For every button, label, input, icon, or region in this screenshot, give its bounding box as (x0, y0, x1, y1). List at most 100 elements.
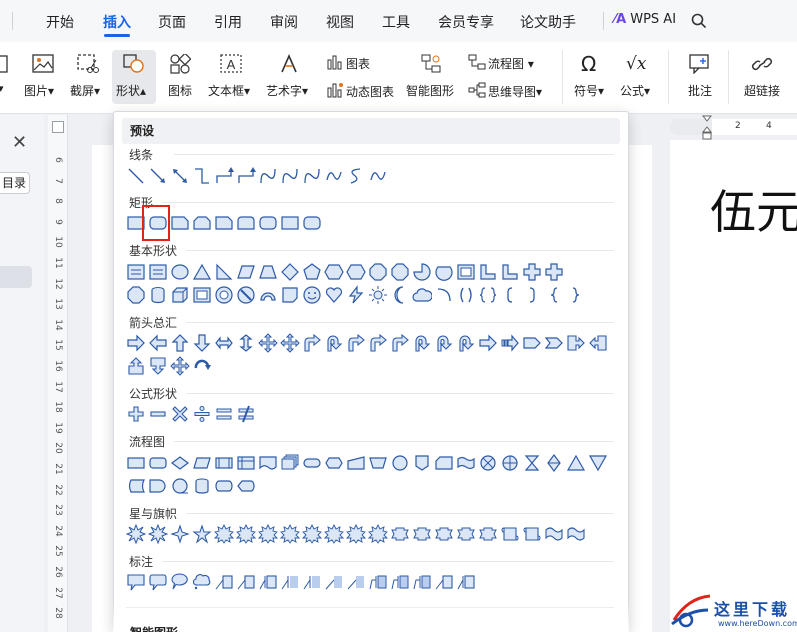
shape-basic-lshape[interactable] (500, 262, 520, 282)
tab-member[interactable]: 会员专享 (438, 12, 494, 32)
shape-callout-call-accent[interactable] (302, 572, 322, 592)
shape-basic-octagon[interactable] (368, 262, 388, 282)
wordart-button[interactable]: 艺术字▾ (264, 54, 314, 102)
shape-arrow-bent[interactable] (390, 333, 410, 353)
tab-stop-selector[interactable] (52, 121, 64, 133)
shape-basic-sun[interactable] (368, 285, 388, 305)
shape-line-arrowline[interactable] (148, 166, 168, 186)
shape-arrow-striped[interactable] (500, 333, 520, 353)
close-icon[interactable]: ✕ (12, 132, 27, 153)
nav-selected-item[interactable] (0, 266, 32, 288)
shape-arrow-uturn[interactable] (412, 333, 432, 353)
shape-rect-roundtop[interactable] (236, 213, 256, 233)
shape-callout-call-r-r[interactable] (148, 572, 168, 592)
shape-basic-donut[interactable] (214, 285, 234, 305)
shape-basic-cloud[interactable] (412, 285, 432, 305)
shape-basic-arcline[interactable] (434, 285, 454, 305)
chart-button[interactable]: 图表 (322, 52, 402, 74)
tab-review[interactable]: 审阅 (270, 12, 298, 32)
shape-basic-triangle[interactable] (192, 262, 212, 282)
shape-arrow-quad[interactable] (170, 356, 190, 376)
shape-arrow-arrow-u-d[interactable] (236, 333, 256, 353)
shape-star-ribbon[interactable] (412, 524, 432, 544)
shape-callout-call-oval[interactable] (170, 572, 190, 592)
shape-arrow-call-r[interactable] (566, 333, 586, 353)
shape-star-burst[interactable] (126, 524, 146, 544)
shape-arrow-call-d[interactable] (148, 356, 168, 376)
shape-basic-trapezoid[interactable] (258, 262, 278, 282)
shape-flow-fc-offpage[interactable] (412, 453, 432, 473)
shape-flow-fc-data[interactable] (192, 453, 212, 473)
shape-arrow-bent[interactable] (346, 333, 366, 353)
shape-basic-rtri[interactable] (214, 262, 234, 282)
shape-star-star[interactable] (192, 524, 212, 544)
shape-basic-paren[interactable] (456, 285, 476, 305)
shape-star-star-num[interactable] (280, 524, 300, 544)
shape-basic-brace2[interactable] (478, 285, 498, 305)
shape-rect-snip[interactable] (170, 213, 190, 233)
shape-formula-mult-sign[interactable] (170, 404, 190, 424)
shape-flow-fc-stored[interactable] (126, 476, 146, 496)
shape-basic-lbracket[interactable] (500, 285, 520, 305)
shape-line-dblarrow[interactable] (170, 166, 190, 186)
shape-flow-fc-doc[interactable] (258, 453, 278, 473)
shape-flow-fc-multi[interactable] (280, 453, 300, 473)
shape-basic-diamond[interactable] (280, 262, 300, 282)
shape-flow-fc-direct[interactable] (214, 476, 234, 496)
shape-rect-snip2[interactable] (192, 213, 212, 233)
shape-basic-plus[interactable] (522, 262, 542, 282)
shape-star-burst[interactable] (148, 524, 168, 544)
textbox-button[interactable]: A 文本框▾ (206, 54, 256, 102)
shape-flow-fc-tape[interactable] (456, 453, 476, 473)
shape-arrow-arrow-d[interactable] (192, 333, 212, 353)
shape-basic-fold[interactable] (280, 285, 300, 305)
shape-arrow-quad[interactable] (258, 333, 278, 353)
shape-star-star-num[interactable] (258, 524, 278, 544)
shape-flow-fc-predef[interactable] (214, 453, 234, 473)
shape-arrow-arrow-r[interactable] (478, 333, 498, 353)
shape-line-scribble[interactable] (324, 166, 344, 186)
icon-button[interactable]: 图标 (164, 52, 196, 102)
shape-basic-chord[interactable] (434, 262, 454, 282)
shape-formula-minus-sign[interactable] (148, 404, 168, 424)
shape-star-ribbon[interactable] (456, 524, 476, 544)
shape-basic-parallel[interactable] (236, 262, 256, 282)
shape-star-scroll[interactable] (522, 524, 542, 544)
tab-thesis-assistant[interactable]: 论文助手 (520, 12, 576, 32)
tab-insert[interactable]: 插入 (103, 12, 131, 32)
shape-arrow-quad[interactable] (280, 333, 300, 353)
shape-star-ribbon[interactable] (434, 524, 454, 544)
shape-flow-fc-display[interactable] (236, 476, 256, 496)
shape-line-curve[interactable] (280, 166, 300, 186)
shape-flow-fc-card[interactable] (434, 453, 454, 473)
shape-line-freeform[interactable] (346, 166, 366, 186)
shape-star-star-num[interactable] (346, 524, 366, 544)
shape-flow-fc-or[interactable] (500, 453, 520, 473)
shape-callout-call-no-border[interactable] (346, 572, 366, 592)
shape-formula-plus-sign[interactable] (126, 404, 146, 424)
tab-home[interactable]: 开始 (46, 12, 74, 32)
shape-arrow-arrow-r[interactable] (126, 333, 146, 353)
shape-button[interactable]: 形状▴ (112, 54, 156, 102)
shape-basic-cylinder[interactable] (148, 285, 168, 305)
shape-arrow-uturn[interactable] (434, 333, 454, 353)
shape-flow-fc-delay[interactable] (148, 476, 168, 496)
shape-star-star-num[interactable] (236, 524, 256, 544)
shape-basic-textbox[interactable] (126, 262, 146, 282)
shape-formula-neq-sign[interactable] (236, 404, 256, 424)
shape-basic-hexagon[interactable] (346, 262, 366, 282)
wps-ai-button[interactable]: ⁄A WPS AI (614, 12, 676, 27)
shape-flow-fc-sum-j[interactable] (478, 453, 498, 473)
shape-line-elbowarrow[interactable] (236, 166, 256, 186)
shape-flow-fc-mag-disk[interactable] (192, 476, 212, 496)
shape-line-scribble[interactable] (368, 166, 388, 186)
shape-arrow-arrow-l-r[interactable] (214, 333, 234, 353)
shape-star-wave[interactable] (566, 524, 586, 544)
shape-rect-rrect[interactable] (258, 213, 278, 233)
shape-basic-textbox[interactable] (148, 262, 168, 282)
shape-flow-fc-extract[interactable] (566, 453, 586, 473)
screenshot-button[interactable]: 截屏▾ (68, 54, 108, 102)
shape-callout-call-line-bar[interactable] (456, 572, 476, 592)
tab-tools[interactable]: 工具 (382, 12, 410, 32)
shape-basic-pie[interactable] (412, 262, 432, 282)
